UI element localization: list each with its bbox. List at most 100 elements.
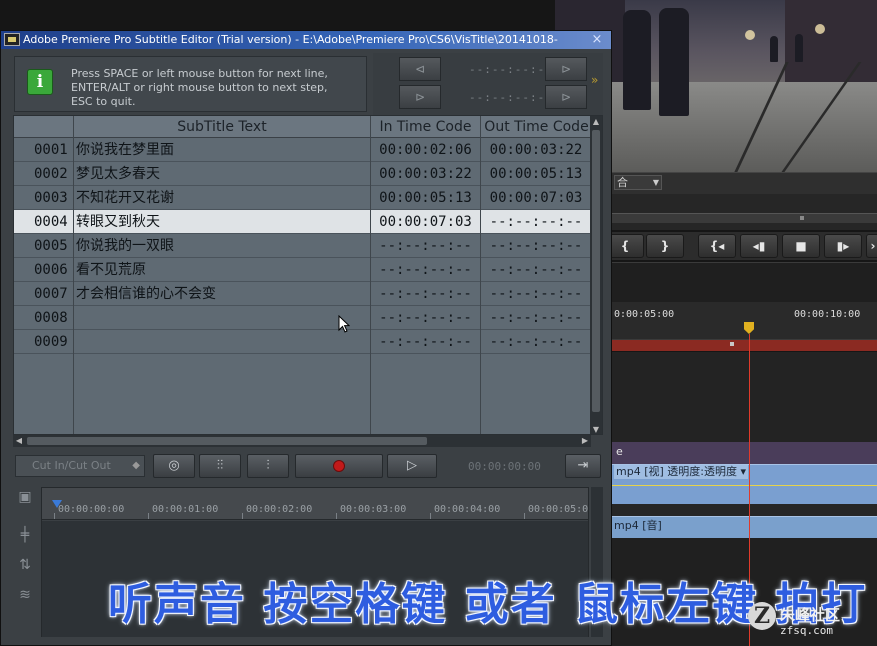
record-button[interactable]: [295, 454, 383, 478]
scroll-left-icon[interactable]: ◀: [14, 436, 24, 446]
close-button[interactable]: ×: [587, 32, 607, 47]
audio-clip[interactable]: mp4 [音]: [612, 516, 877, 538]
scroll-up-icon[interactable]: ▲: [591, 117, 601, 127]
exit-icon[interactable]: ⇥: [565, 454, 601, 478]
subtitle-text-cell[interactable]: 才会相信谁的心不会变: [74, 282, 371, 306]
step-back-icon[interactable]: ◂▮: [740, 234, 778, 258]
subtitle-text-cell[interactable]: 看不见荒原: [74, 258, 371, 282]
in-time-cell[interactable]: --:--:--:--: [371, 282, 481, 306]
table-row[interactable]: 0004 转眼又到秋天 00:00:07:03 --:--:--:--: [14, 210, 592, 234]
scroll-down-icon[interactable]: ▼: [591, 425, 601, 434]
table-row[interactable]: 0001 你说我在梦里面 00:00:02:06 00:00:03:22: [14, 138, 592, 162]
row-number[interactable]: 0006: [14, 258, 74, 282]
in-time-cell[interactable]: --:--:--:--: [371, 234, 481, 258]
row-number[interactable]: 0009: [14, 330, 74, 354]
header-in-time[interactable]: In Time Code: [371, 116, 481, 138]
subtitle-timeline-ruler[interactable]: 00:00:00:00 00:00:01:00 00:00:02:00 00:00:0…: [42, 488, 588, 520]
play-button[interactable]: ▷: [387, 454, 437, 478]
subtitle-text-cell[interactable]: 你说我在梦里面: [74, 138, 371, 162]
window-titlebar[interactable]: Adobe Premiere Pro Subtitle Editor (Tria…: [1, 31, 611, 49]
next-out-button[interactable]: ⊳: [545, 85, 587, 109]
ruler-tick: [148, 513, 149, 519]
layers-icon[interactable]: ≋: [15, 585, 35, 605]
opacity-keyframe-line[interactable]: [612, 485, 877, 486]
out-time-cell[interactable]: 00:00:05:13: [481, 162, 592, 186]
out-time-cell[interactable]: --:--:--:--: [481, 330, 592, 354]
out-time-cell[interactable]: --:--:--:--: [481, 282, 592, 306]
header-number: [14, 116, 74, 138]
vertical-scrollbar[interactable]: ▲ ▼: [590, 116, 602, 434]
out-time-cell[interactable]: --:--:--:--: [481, 306, 592, 330]
row-number[interactable]: 0001: [14, 138, 74, 162]
scroll-thumb[interactable]: [27, 437, 427, 445]
in-time-cell[interactable]: --:--:--:--: [371, 330, 481, 354]
out-time-cell[interactable]: 00:00:03:22: [481, 138, 592, 162]
row-number[interactable]: 0005: [14, 234, 74, 258]
table-row[interactable]: 0007 才会相信谁的心不会变 --:--:--:-- --:--:--:--: [14, 282, 592, 306]
prev-in-button[interactable]: ⊲: [399, 57, 441, 81]
in-time-cell[interactable]: 00:00:02:06: [371, 138, 481, 162]
more-transport-icon[interactable]: ›: [866, 234, 877, 258]
subtitle-text-cell[interactable]: 梦见太多春天: [74, 162, 371, 186]
out-time-cell[interactable]: 00:00:07:03: [481, 186, 592, 210]
mark-out-button[interactable]: }: [646, 234, 684, 258]
subtitle-text-cell[interactable]: 你说我的一双眼: [74, 234, 371, 258]
header-subtitle-text[interactable]: SubTitle Text: [74, 116, 371, 138]
monitor-scrub-bar[interactable]: [612, 213, 877, 223]
out-time-cell[interactable]: --:--:--:--: [481, 210, 592, 234]
table-row[interactable]: 0003 不知花开又花谢 00:00:05:13 00:00:07:03: [14, 186, 592, 210]
work-area-bar[interactable]: [612, 340, 877, 351]
scroll-thumb[interactable]: [592, 130, 600, 412]
ruler-mark-label: 00:00:04:00: [434, 504, 501, 515]
timeline-settings-icon[interactable]: ▣: [15, 487, 35, 507]
person: [623, 10, 651, 110]
subtitle-text-cell[interactable]: [74, 330, 371, 354]
next-in-button[interactable]: ⊳: [545, 57, 587, 81]
in-time-cell[interactable]: 00:00:05:13: [371, 186, 481, 210]
align-icon[interactable]: ╪: [15, 525, 35, 545]
row-number[interactable]: 0004: [14, 210, 74, 234]
merge-icon[interactable]: ⫶: [247, 454, 289, 478]
watermark-url: zfsq.com: [780, 624, 833, 637]
person: [770, 36, 778, 62]
swap-icon[interactable]: ⇅: [15, 555, 35, 575]
instruction-line: Press SPACE or left mouse button for nex…: [71, 67, 328, 80]
subtitle-text-cell[interactable]: 不知花开又花谢: [74, 186, 371, 210]
out-time-cell[interactable]: --:--:--:--: [481, 258, 592, 282]
subtitle-text-cell[interactable]: 转眼又到秋天: [74, 210, 371, 234]
row-number[interactable]: 0002: [14, 162, 74, 186]
timeline-ruler[interactable]: [612, 302, 877, 340]
video-clip[interactable]: mp4 [视] 透明度:透明度 ▾: [612, 464, 877, 504]
table-row[interactable]: 0009 --:--:--:-- --:--:--:--: [14, 330, 592, 354]
in-time-cell[interactable]: --:--:--:--: [371, 258, 481, 282]
horizontal-scrollbar[interactable]: ◀ ▶: [13, 435, 591, 447]
row-number[interactable]: 0008: [14, 306, 74, 330]
preview-icon[interactable]: ◎: [153, 454, 195, 478]
prev-out-button[interactable]: ⊳: [399, 85, 441, 109]
blend-mode-select[interactable]: 合 ▼: [614, 175, 662, 190]
in-time-cell[interactable]: --:--:--:--: [371, 306, 481, 330]
table-row[interactable]: 0005 你说我的一双眼 --:--:--:-- --:--:--:--: [14, 234, 592, 258]
split-icon[interactable]: ⫶⫶: [199, 454, 241, 478]
table-row[interactable]: 0006 看不见荒原 --:--:--:-- --:--:--:--: [14, 258, 592, 282]
mouse-cursor-icon: [338, 314, 351, 333]
step-forward-icon[interactable]: ▮▸: [824, 234, 862, 258]
row-number[interactable]: 0003: [14, 186, 74, 210]
header-out-time[interactable]: Out Time Code: [481, 116, 592, 138]
timeline-mark: 00:00:10:00: [794, 309, 861, 320]
in-time-cell[interactable]: 00:00:07:03: [371, 210, 481, 234]
in-time-cell[interactable]: 00:00:03:22: [371, 162, 481, 186]
ruler-mark-label: 00:00:03:00: [340, 504, 407, 515]
mode-select[interactable]: Cut In/Cut Out ◆: [15, 455, 145, 477]
stop-icon[interactable]: ■: [782, 234, 820, 258]
ruler-mark-label: 00:00:02:00: [246, 504, 313, 515]
table-row[interactable]: 0002 梦见太多春天 00:00:03:22 00:00:05:13: [14, 162, 592, 186]
go-to-in-icon[interactable]: {◂: [698, 234, 736, 258]
table-row[interactable]: 0008 --:--:--:-- --:--:--:--: [14, 306, 592, 330]
out-time-cell[interactable]: --:--:--:--: [481, 234, 592, 258]
expand-arrow-icon[interactable]: »: [591, 73, 598, 87]
scroll-right-icon[interactable]: ▶: [580, 436, 590, 446]
scrub-marker: [800, 216, 804, 220]
subtitle-text-cell[interactable]: [74, 306, 371, 330]
row-number[interactable]: 0007: [14, 282, 74, 306]
